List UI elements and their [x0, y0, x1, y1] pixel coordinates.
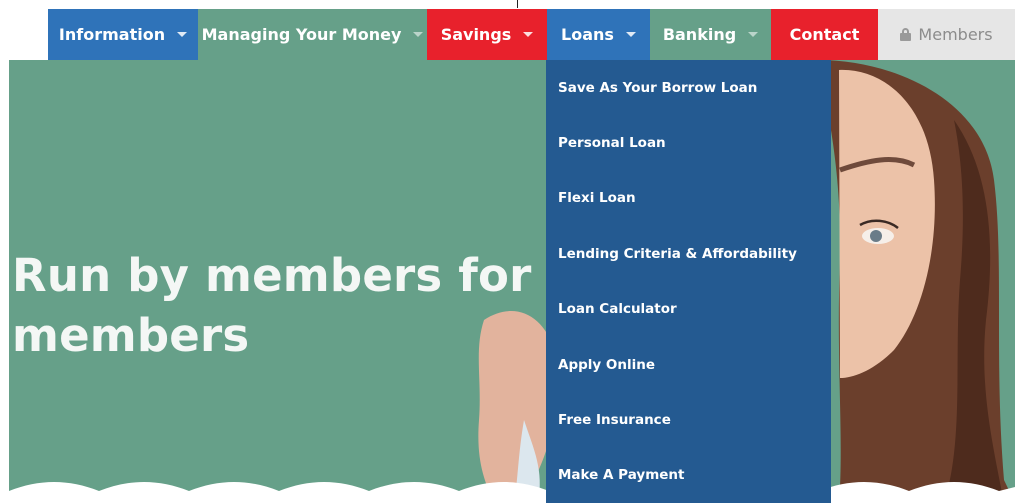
hero-banner: Run by members for members — [9, 60, 1015, 503]
menu-item-free-insurance[interactable]: Free Insurance — [546, 392, 831, 447]
nav-item-label: Loans — [561, 25, 614, 44]
menu-item-flexi-loan[interactable]: Flexi Loan — [546, 171, 831, 226]
hero-headline-line2: members — [12, 309, 250, 362]
cursor-marker — [517, 0, 518, 8]
wave-divider — [9, 482, 1015, 503]
chevron-down-icon — [177, 32, 188, 37]
chevron-down-icon — [625, 32, 636, 37]
nav-item-label: Information — [58, 25, 166, 44]
menu-item-save-as-you-borrow-loan[interactable]: Save As Your Borrow Loan — [546, 60, 831, 115]
nav-item-contact[interactable]: Contact — [771, 9, 878, 60]
chevron-down-icon — [748, 32, 759, 37]
loans-dropdown-menu: Save As Your Borrow Loan Personal Loan F… — [546, 60, 831, 503]
nav-item-label: Contact — [789, 25, 860, 44]
chevron-down-icon — [413, 32, 424, 37]
nav-item-loans[interactable]: Loans — [547, 9, 650, 60]
menu-item-lending-criteria[interactable]: Lending Criteria & Affordability — [546, 226, 831, 281]
nav-item-banking[interactable]: Banking — [650, 9, 771, 60]
nav-item-managing-your-money[interactable]: Managing Your Money — [198, 9, 427, 60]
nav-item-label: Members — [918, 25, 993, 44]
lock-icon — [900, 28, 912, 41]
nav-item-label: Banking — [662, 25, 737, 44]
chevron-down-icon — [523, 32, 534, 37]
nav-item-members[interactable]: Members — [878, 9, 1015, 60]
menu-item-make-a-payment[interactable]: Make A Payment — [546, 448, 831, 503]
nav-item-savings[interactable]: Savings — [427, 9, 547, 60]
menu-item-loan-calculator[interactable]: Loan Calculator — [546, 282, 831, 337]
hero-headline: Run by members for members — [12, 246, 532, 366]
main-navigation: Information Managing Your Money Savings … — [48, 9, 1015, 60]
nav-item-information[interactable]: Information — [48, 9, 198, 60]
hero-headline-line1: Run by members for — [12, 249, 532, 302]
menu-item-personal-loan[interactable]: Personal Loan — [546, 115, 831, 170]
nav-item-label: Savings — [440, 25, 512, 44]
menu-item-apply-online[interactable]: Apply Online — [546, 337, 831, 392]
nav-item-label: Managing Your Money — [201, 25, 402, 44]
